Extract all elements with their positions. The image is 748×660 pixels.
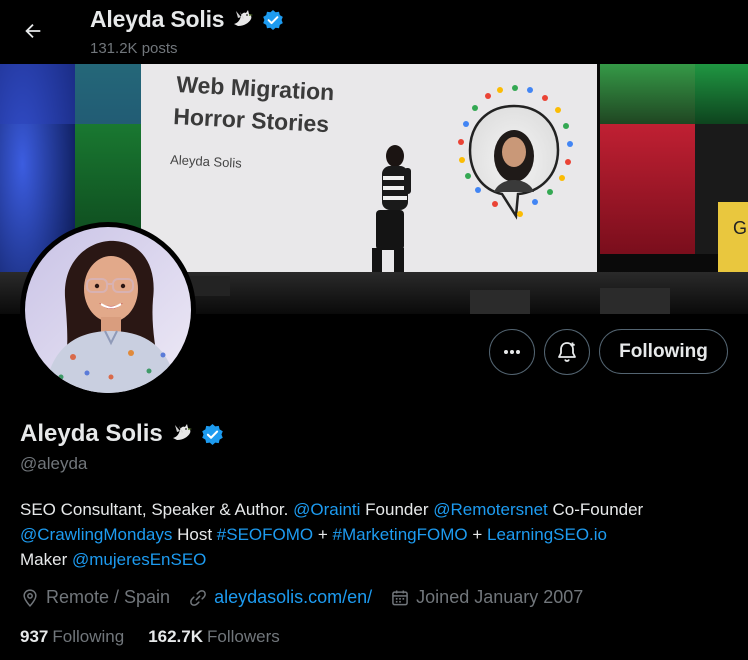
arrow-left-icon [25, 23, 41, 39]
avatar-photo [25, 227, 191, 393]
bio-text: Founder [360, 500, 434, 519]
bio-link-learningseo[interactable]: LearningSEO.io [487, 525, 607, 544]
following-count: 937 [20, 627, 49, 646]
verified-badge-icon[interactable] [201, 423, 224, 446]
bio-hashtag-seofomo[interactable]: #SEOFOMO [217, 525, 313, 544]
back-button[interactable] [14, 12, 52, 50]
podium-letter: G [733, 218, 747, 238]
more-options-button[interactable] [489, 329, 535, 375]
bio-hashtag-marketingfomo[interactable]: #MarketingFOMO [333, 525, 468, 544]
dove-emoji-icon [172, 424, 192, 440]
display-name: Aleyda Solis [20, 420, 163, 447]
post-count: 131.2K posts [90, 40, 178, 57]
dove-emoji-icon [234, 9, 254, 26]
following-label: Following [52, 627, 125, 646]
location-item: Remote / Spain [20, 587, 170, 608]
calendar-icon [392, 590, 409, 605]
joined-item: Joined January 2007 [390, 587, 583, 608]
profile-name-row: Aleyda Solis [20, 420, 224, 448]
header-name: Aleyda Solis [90, 6, 225, 32]
location-pin-icon [23, 588, 37, 607]
profile-bio: SEO Consultant, Speaker & Author. @Orain… [20, 497, 730, 572]
bio-mention-remotersnet[interactable]: @Remotersnet [433, 500, 548, 519]
website-item[interactable]: aleydasolis.com/en/ [188, 587, 372, 608]
header-name-row: Aleyda Solis [90, 6, 284, 33]
followers-count: 162.7K [148, 627, 204, 646]
followers-stat[interactable]: 162.7K Followers [148, 627, 280, 647]
bio-text: Maker [20, 550, 72, 569]
following-button[interactable]: Following [599, 329, 728, 374]
bio-text: + [467, 525, 487, 544]
bio-mention-orainti[interactable]: @Orainti [293, 500, 360, 519]
bio-mention-crawlingmondays[interactable]: @CrawlingMondays [20, 525, 172, 544]
bio-mention-mujeresenseo[interactable]: @mujeresEnSEO [72, 550, 206, 569]
bio-text: Host [172, 525, 217, 544]
profile-meta: Remote / Spain aleydasolis.com/en/ Joine… [20, 587, 601, 608]
followers-label: Followers [207, 627, 280, 646]
user-handle: @aleyda [20, 454, 88, 473]
more-dots-icon [504, 350, 520, 354]
verified-badge-icon [263, 9, 284, 30]
link-icon [190, 589, 206, 606]
website-link[interactable]: aleydasolis.com/en/ [214, 587, 372, 608]
bell-check-icon [558, 342, 576, 362]
following-stat[interactable]: 937 Following [20, 627, 124, 647]
follow-stats: 937 Following 162.7K Followers [20, 627, 304, 647]
bio-text: SEO Consultant, Speaker & Author. [20, 500, 294, 519]
bio-text: Co-Founder [547, 500, 644, 519]
joined-text: Joined January 2007 [416, 587, 584, 607]
avatar[interactable] [20, 222, 196, 398]
notifications-button[interactable] [544, 329, 590, 375]
bio-text: + [313, 525, 333, 544]
location-text: Remote / Spain [46, 587, 171, 607]
profile-header: Aleyda Solis 131.2K posts [0, 0, 748, 64]
